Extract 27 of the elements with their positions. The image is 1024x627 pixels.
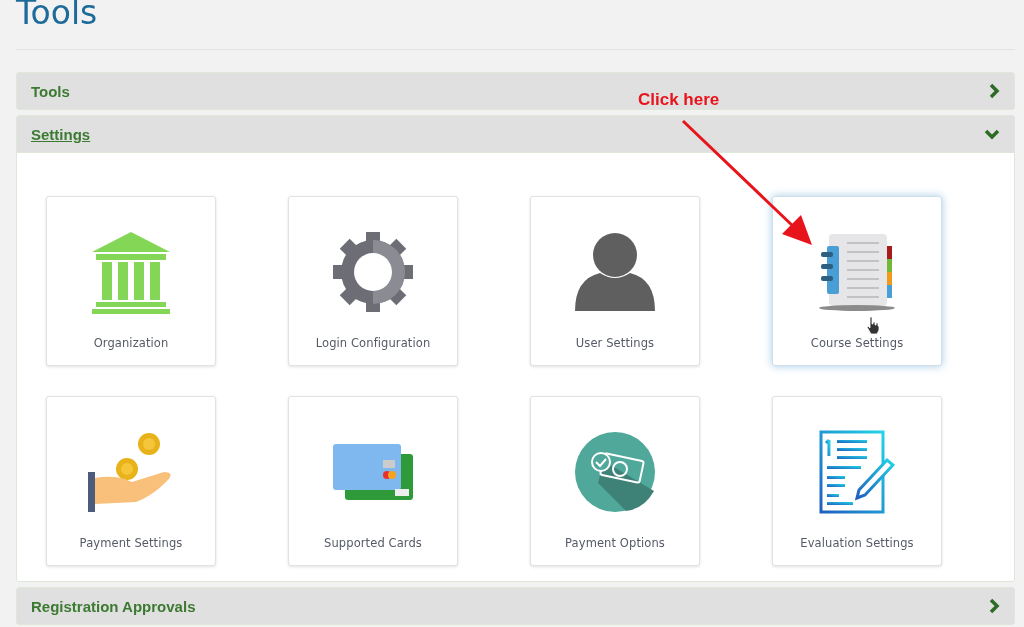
tile-label: Payment Options: [565, 536, 665, 550]
tile-label: Course Settings: [810, 336, 904, 350]
tile-label: Supported Cards: [324, 536, 422, 550]
accordion-header[interactable]: Tools Click here: [17, 73, 1014, 109]
settings-tile[interactable]: Course Settings: [772, 196, 942, 366]
settings-tile[interactable]: Payment Options: [530, 396, 700, 566]
chevron-down-icon: [984, 128, 1000, 140]
accordion-header[interactable]: Registration Approvals: [17, 588, 1014, 624]
tile-label: User Settings: [575, 336, 655, 350]
tile-label: Payment Settings: [79, 536, 183, 550]
section-title: Tools: [31, 82, 70, 100]
annotation-text: Click here: [638, 90, 720, 110]
chevron-right-icon: [988, 83, 1000, 99]
settings-tile[interactable]: Login Configuration: [288, 196, 458, 366]
hand-cursor-icon: [866, 316, 880, 334]
settings-tile[interactable]: Supported Cards: [288, 396, 458, 566]
section-title: Settings: [31, 125, 91, 143]
tile-label: Login Configuration: [315, 336, 431, 350]
chevron-right-icon: [988, 598, 1000, 614]
settings-tile[interactable]: Payment Settings: [46, 396, 216, 566]
accordion-header[interactable]: Settings: [17, 116, 1014, 153]
tile-label: Organization: [93, 336, 169, 350]
settings-tile[interactable]: Evaluation Settings: [772, 396, 942, 566]
section-title: Registration Approvals: [31, 597, 196, 615]
tile-label: Evaluation Settings: [800, 536, 914, 550]
settings-tile[interactable]: User Settings: [530, 196, 700, 366]
settings-tile[interactable]: Organization: [46, 196, 216, 366]
